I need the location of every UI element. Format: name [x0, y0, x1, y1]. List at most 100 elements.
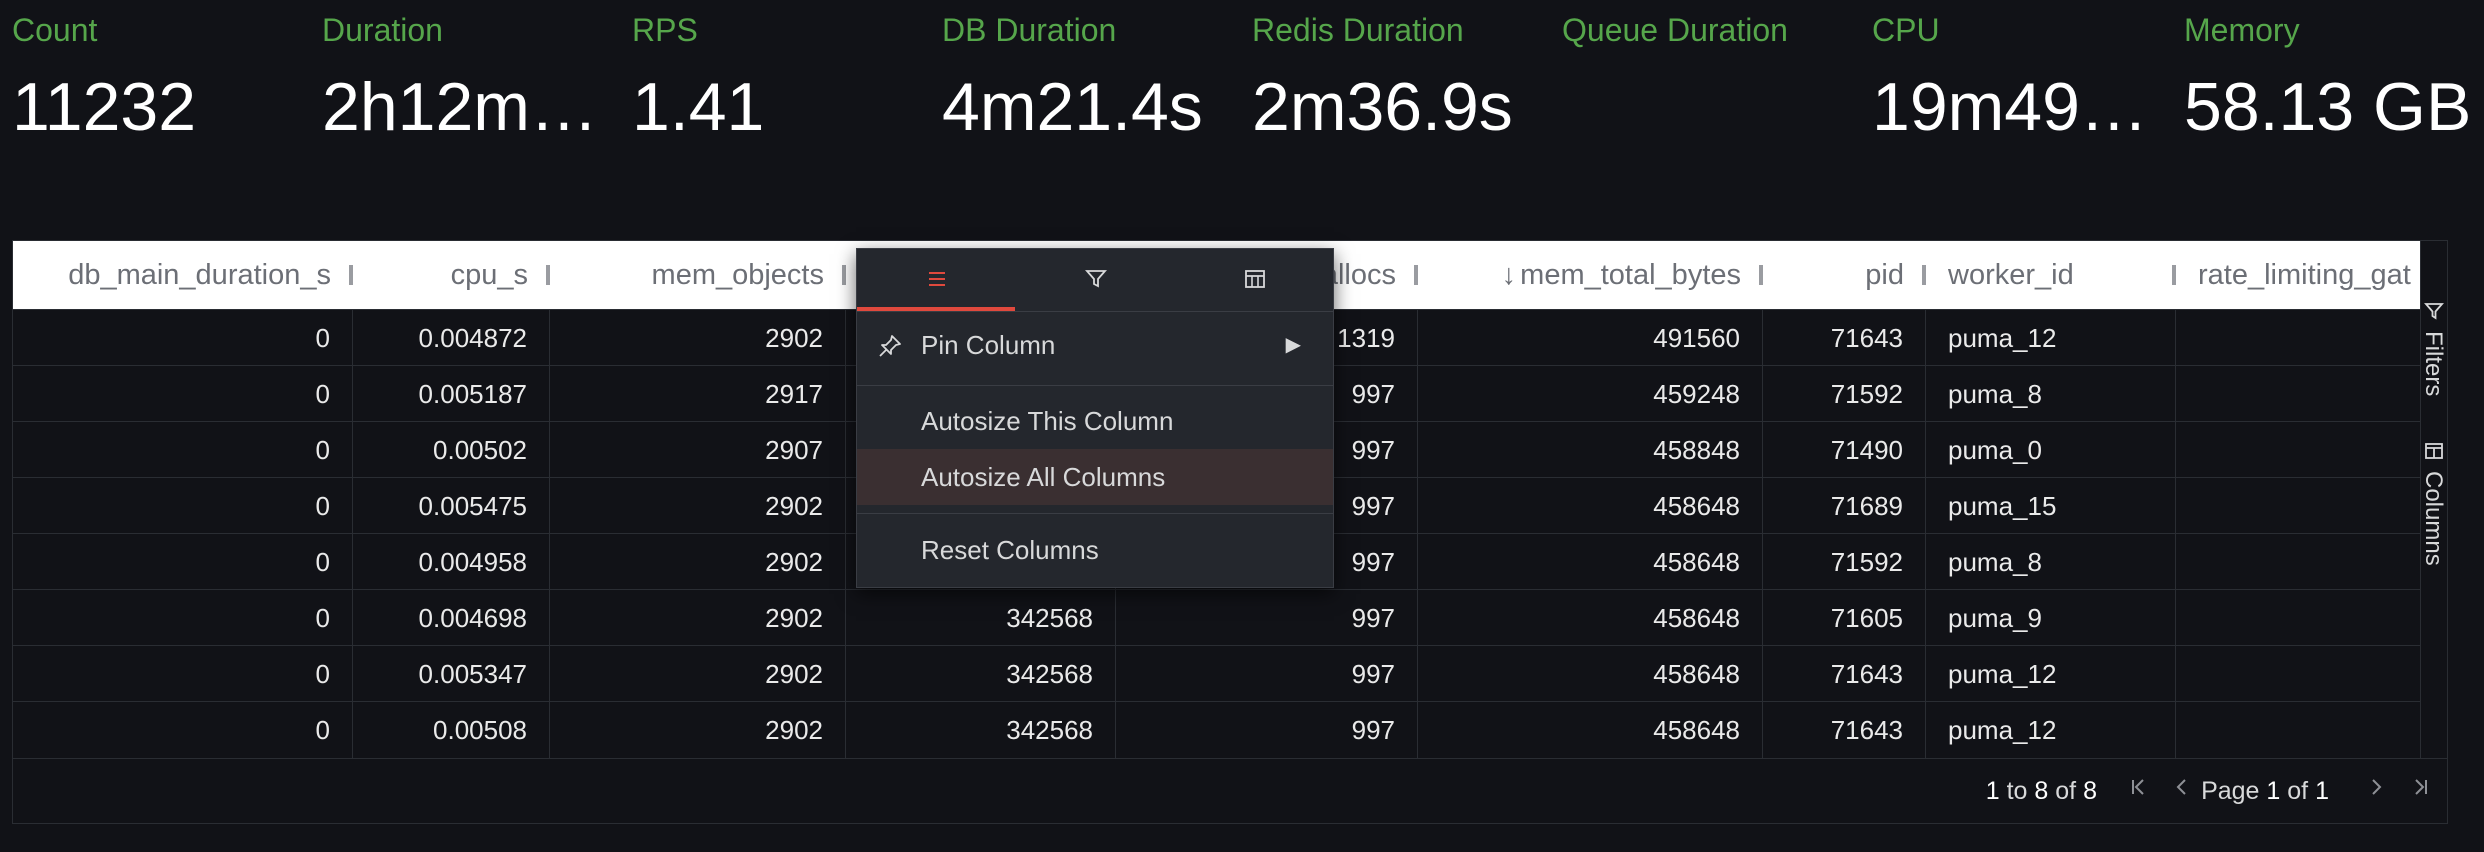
columns-label: Columns: [2420, 471, 2447, 566]
column-header-mem-objects[interactable]: mem_objects: [550, 241, 846, 309]
table-cell-mem-total-bytes[interactable]: 459248: [1418, 366, 1763, 422]
table-cell-allocs[interactable]: 997: [1116, 646, 1418, 702]
table-cell-pid[interactable]: 71643: [1763, 646, 1926, 702]
first-page-button[interactable]: [2124, 776, 2154, 806]
table-cell-worker-id[interactable]: puma_0: [1926, 422, 2176, 478]
table-cell-allocs[interactable]: 997: [1116, 590, 1418, 646]
table-cell-rate-limiting-gat[interactable]: [2176, 590, 2423, 646]
tab-filter[interactable]: [1016, 249, 1174, 311]
table-cell-mem-objects[interactable]: 2902: [550, 310, 846, 366]
menu-item-reset-columns[interactable]: Reset Columns: [857, 522, 1333, 578]
table-cell-db-main-duration-s[interactable]: 0: [13, 366, 353, 422]
table-cell-pid[interactable]: 71643: [1763, 702, 1926, 758]
table-cell-mem-objects[interactable]: 2907: [550, 422, 846, 478]
table-row[interactable]: 0 0.00508 2902 342568 997 458648 71643 puma_12: [13, 701, 2423, 758]
table-cell-mem-total-bytes[interactable]: 458848: [1418, 422, 1763, 478]
table-cell-mem-total-bytes[interactable]: 458648: [1418, 702, 1763, 758]
pagination-bar: 1 to 8 of 8 Page 1 of 1: [13, 758, 2447, 824]
table-cell-cpu-s[interactable]: 0.004698: [353, 590, 550, 646]
table-cell-cpu-s[interactable]: 0.00508: [353, 702, 550, 758]
last-page-button[interactable]: [2405, 776, 2435, 806]
menu-item-autosize-all-columns[interactable]: Autosize All Columns: [857, 449, 1333, 505]
menu-item-pin-column[interactable]: Pin Column ▶: [857, 317, 1333, 373]
table-cell-db-main-duration-s[interactable]: 0: [13, 310, 353, 366]
table-cell-rate-limiting-gat[interactable]: [2176, 646, 2423, 702]
table-cell-cpu-s[interactable]: 0.004872: [353, 310, 550, 366]
stat-label: Queue Duration: [1562, 12, 1788, 48]
table-cell-worker-id[interactable]: puma_12: [1926, 310, 2176, 366]
table-cell-mem-objects[interactable]: 2902: [550, 590, 846, 646]
column-header-label: db_main_duration_s: [68, 259, 331, 291]
table-cell-db-main-duration-s[interactable]: 0: [13, 534, 353, 590]
table-cell-db-main-duration-s[interactable]: 0: [13, 422, 353, 478]
page-word: Page: [2201, 777, 2260, 805]
table-cell-db-main-duration-s[interactable]: 0: [13, 590, 353, 646]
menu-item-autosize-this-column[interactable]: Autosize This Column: [857, 393, 1333, 449]
table-cell-mem-objects[interactable]: 2902: [550, 534, 846, 590]
table-cell-db-main-duration-s[interactable]: 0: [13, 478, 353, 534]
side-bar: Filters Columns: [2420, 241, 2447, 758]
table-cell-rate-limiting-gat[interactable]: [2176, 534, 2423, 590]
stat-value: 4m21.4s: [942, 69, 1203, 145]
column-header-mem-total-bytes[interactable]: ↓ mem_total_bytes: [1418, 241, 1763, 309]
menu-separator: [857, 513, 1333, 514]
table-cell-pid[interactable]: 71592: [1763, 534, 1926, 590]
table-cell-pid[interactable]: 71592: [1763, 366, 1926, 422]
table-cell-mem-total-bytes[interactable]: 491560: [1418, 310, 1763, 366]
next-page-button[interactable]: [2361, 776, 2391, 806]
table-row[interactable]: 0 0.004698 2902 342568 997 458648 71605 puma_9: [13, 589, 2423, 646]
table-cell-worker-id[interactable]: puma_15: [1926, 478, 2176, 534]
table-row[interactable]: 0 0.005347 2902 342568 997 458648 71643 puma_12: [13, 645, 2423, 702]
table-cell-mem-bytes[interactable]: 342568: [846, 590, 1116, 646]
table-cell-rate-limiting-gat[interactable]: [2176, 366, 2423, 422]
table-cell-pid[interactable]: 71605: [1763, 590, 1926, 646]
table-cell-worker-id[interactable]: puma_8: [1926, 366, 2176, 422]
table-cell-pid[interactable]: 71490: [1763, 422, 1926, 478]
table-cell-worker-id[interactable]: puma_12: [1926, 702, 2176, 758]
columns-icon: [2425, 443, 2443, 459]
table-cell-cpu-s[interactable]: 0.005475: [353, 478, 550, 534]
table-cell-cpu-s[interactable]: 0.00502: [353, 422, 550, 478]
column-header-worker-id[interactable]: worker_id: [1926, 241, 2176, 309]
table-cell-cpu-s[interactable]: 0.005187: [353, 366, 550, 422]
stat-value: 1.41: [632, 69, 765, 145]
tab-columns[interactable]: [1175, 249, 1333, 311]
column-header-rate-limiting-gat[interactable]: rate_limiting_gat: [2176, 241, 2423, 309]
tab-general[interactable]: [857, 249, 1015, 311]
table-cell-mem-objects[interactable]: 2902: [550, 646, 846, 702]
column-header-db-main-duration-s[interactable]: db_main_duration_s: [13, 241, 353, 309]
table-cell-cpu-s[interactable]: 0.004958: [353, 534, 550, 590]
table-cell-pid[interactable]: 71689: [1763, 478, 1926, 534]
table-cell-mem-total-bytes[interactable]: 458648: [1418, 590, 1763, 646]
page-of-word: of: [2287, 777, 2309, 805]
columns-icon: [1245, 270, 1265, 288]
table-cell-mem-objects[interactable]: 2902: [550, 478, 846, 534]
table-cell-mem-objects[interactable]: 2902: [550, 702, 846, 758]
table-cell-mem-total-bytes[interactable]: 458648: [1418, 478, 1763, 534]
columns-toolpanel-button[interactable]: Columns: [2420, 441, 2447, 621]
table-cell-cpu-s[interactable]: 0.005347: [353, 646, 550, 702]
table-cell-worker-id[interactable]: puma_12: [1926, 646, 2176, 702]
stat-db-duration: DB Duration 4m21.4s: [942, 8, 1242, 152]
table-cell-rate-limiting-gat[interactable]: [2176, 478, 2423, 534]
table-cell-mem-bytes[interactable]: 342568: [846, 702, 1116, 758]
table-cell-mem-bytes[interactable]: 342568: [846, 646, 1116, 702]
table-cell-mem-total-bytes[interactable]: 458648: [1418, 646, 1763, 702]
table-cell-rate-limiting-gat[interactable]: [2176, 310, 2423, 366]
table-cell-worker-id[interactable]: puma_8: [1926, 534, 2176, 590]
column-header-cpu-s[interactable]: cpu_s: [353, 241, 550, 309]
table-cell-mem-objects[interactable]: 2917: [550, 366, 846, 422]
table-cell-rate-limiting-gat[interactable]: [2176, 422, 2423, 478]
previous-page-button[interactable]: [2167, 776, 2197, 806]
table-cell-db-main-duration-s[interactable]: 0: [13, 702, 353, 758]
row-to: 8: [2034, 777, 2049, 805]
table-cell-pid[interactable]: 71643: [1763, 310, 1926, 366]
reset-columns-label: Reset Columns: [921, 535, 1099, 565]
column-header-pid[interactable]: pid: [1763, 241, 1926, 309]
table-cell-rate-limiting-gat[interactable]: [2176, 702, 2423, 758]
table-cell-db-main-duration-s[interactable]: 0: [13, 646, 353, 702]
table-cell-allocs[interactable]: 997: [1116, 702, 1418, 758]
table-cell-mem-total-bytes[interactable]: 458648: [1418, 534, 1763, 590]
filters-toolpanel-button[interactable]: Filters: [2420, 301, 2447, 441]
table-cell-worker-id[interactable]: puma_9: [1926, 590, 2176, 646]
